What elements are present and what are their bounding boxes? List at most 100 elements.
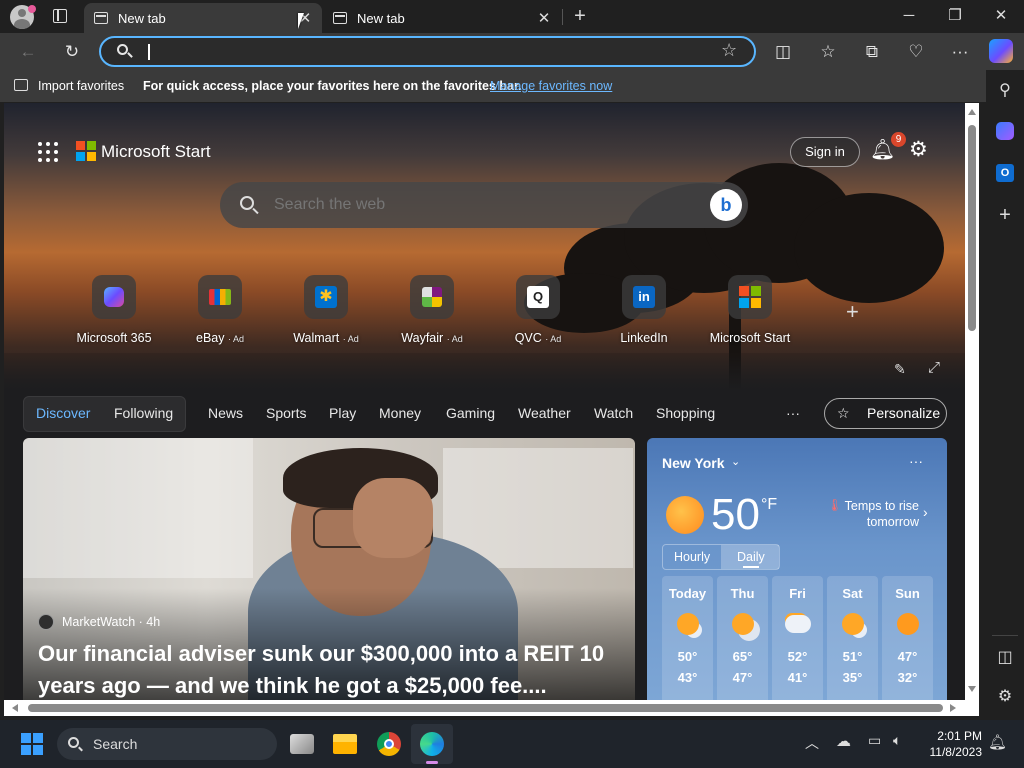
- show-hidden-icons-icon[interactable]: ︿: [805, 733, 819, 753]
- quick-link-wayfair[interactable]: Wayfair · Ad: [377, 275, 487, 345]
- copilot-sidebar-icon[interactable]: [996, 122, 1014, 140]
- vertical-scroll-thumb[interactable]: [968, 125, 976, 331]
- apps-launcher-icon[interactable]: [38, 142, 58, 162]
- chrome-icon[interactable]: [377, 732, 401, 756]
- tab-money[interactable]: Money: [379, 405, 421, 421]
- forecast-day[interactable]: Sun 47° 32°: [882, 576, 933, 700]
- weather-note[interactable]: Temps to rise tomorrow: [839, 498, 919, 530]
- day-name: Thu: [730, 586, 755, 601]
- day-name: Today: [668, 586, 707, 601]
- tab-play[interactable]: Play: [329, 405, 356, 421]
- day-high: 47°: [897, 649, 918, 664]
- tab-actions-icon[interactable]: [53, 9, 67, 23]
- weather-card[interactable]: New York ⌄ ··· 50 °F 🌡︎ Temps to rise to…: [647, 438, 947, 700]
- back-icon[interactable]: ←: [15, 39, 41, 65]
- more-menu-icon[interactable]: ···: [947, 39, 973, 65]
- scroll-left-icon[interactable]: [12, 704, 18, 712]
- split-screen-icon[interactable]: ◫: [770, 39, 796, 65]
- chevron-down-icon[interactable]: ⌄: [731, 455, 740, 468]
- add-quick-link-icon[interactable]: +: [846, 299, 859, 325]
- close-window-icon[interactable]: ✕: [981, 4, 1021, 28]
- quick-link-label: Walmart: [293, 331, 340, 345]
- close-tab-icon[interactable]: ✕: [535, 9, 553, 27]
- daily-tab[interactable]: Daily: [737, 550, 765, 564]
- tab-2[interactable]: New tab ✕: [323, 3, 561, 33]
- horizontal-scroll-thumb[interactable]: [28, 704, 943, 712]
- quick-link-label: Wayfair: [401, 331, 444, 345]
- file-explorer-icon[interactable]: [333, 734, 357, 754]
- quick-link-ebay[interactable]: eBay · Ad: [165, 275, 275, 345]
- quick-link-microsoft-start[interactable]: Microsoft Start: [695, 275, 805, 345]
- linkedin-icon: in: [622, 275, 666, 319]
- news-headline[interactable]: Our financial adviser sunk our $300,000 …: [38, 638, 623, 700]
- web-search-box[interactable]: b: [220, 182, 748, 228]
- more-tabs-button[interactable]: ···: [786, 405, 800, 421]
- taskbar-clock[interactable]: 2:01 PM 11/8/2023: [918, 728, 983, 760]
- quick-link-qvc[interactable]: Q QVC · Ad: [483, 275, 593, 345]
- hourly-tab[interactable]: Hourly: [674, 550, 710, 564]
- customize-background-icon[interactable]: ✎: [894, 361, 906, 378]
- tab-sports[interactable]: Sports: [266, 405, 306, 421]
- new-tab-icon[interactable]: +: [570, 4, 590, 28]
- tab-shopping[interactable]: Shopping: [656, 405, 715, 421]
- tab-news[interactable]: News: [208, 405, 243, 421]
- page-settings-icon[interactable]: ⚙: [909, 137, 928, 162]
- quick-link-linkedin[interactable]: in LinkedIn: [589, 275, 699, 345]
- sign-in-button[interactable]: Sign in: [790, 137, 860, 167]
- tab-1[interactable]: New tab ✕: [84, 3, 322, 33]
- edge-icon[interactable]: [420, 732, 444, 756]
- expand-background-icon[interactable]: ⤢: [928, 359, 940, 376]
- collections-icon[interactable]: ⧉: [859, 39, 885, 65]
- brand-title[interactable]: Microsoft Start: [101, 142, 211, 162]
- tab-title: New tab: [357, 10, 405, 26]
- search-icon-handle: [252, 207, 259, 215]
- tab-following[interactable]: Following: [114, 405, 173, 421]
- tab-watch[interactable]: Watch: [594, 405, 633, 421]
- start-button-icon[interactable]: [21, 733, 43, 755]
- forecast-day[interactable]: Fri 52° 41°: [772, 576, 823, 700]
- scroll-right-icon[interactable]: [950, 704, 956, 712]
- onedrive-icon[interactable]: ☁: [836, 732, 851, 750]
- search-icon[interactable]: ⚲: [992, 78, 1018, 104]
- horizontal-scrollbar[interactable]: [4, 700, 979, 716]
- minimize-icon[interactable]: ─: [889, 4, 929, 28]
- restore-icon[interactable]: ❐: [935, 4, 975, 28]
- personalize-button[interactable]: ☆ Personalize: [824, 398, 947, 429]
- news-card[interactable]: MarketWatch · 4h Our financial adviser s…: [23, 438, 635, 700]
- address-bar[interactable]: ☆: [99, 36, 756, 67]
- day-high: 50°: [677, 649, 698, 664]
- hide-sidebar-icon[interactable]: ◫: [992, 645, 1018, 671]
- bing-chat-icon[interactable]: b: [710, 189, 742, 221]
- scroll-down-icon[interactable]: [968, 686, 976, 692]
- chevron-right-icon[interactable]: ›: [923, 504, 928, 520]
- web-search-input[interactable]: [274, 195, 674, 215]
- volume-muted-icon[interactable]: 🔈︎: [893, 732, 901, 749]
- task-view-icon[interactable]: [290, 734, 314, 754]
- tab-gaming[interactable]: Gaming: [446, 405, 495, 421]
- tab-discover[interactable]: Discover: [36, 405, 90, 421]
- vertical-scrollbar[interactable]: [965, 103, 979, 700]
- forecast-day[interactable]: Thu 65° 47°: [717, 576, 768, 700]
- favorites-icon[interactable]: ☆: [815, 39, 841, 65]
- manage-favorites-link[interactable]: Manage favorites now: [490, 79, 612, 93]
- forecast-day[interactable]: Today 50° 43°: [662, 576, 713, 700]
- refresh-icon[interactable]: ↻: [59, 39, 85, 65]
- add-sidebar-item-icon[interactable]: +: [992, 202, 1018, 228]
- sidebar-settings-icon[interactable]: ⚙: [992, 684, 1018, 710]
- quick-link-walmart[interactable]: ✱ Walmart · Ad: [271, 275, 381, 345]
- address-input[interactable]: [147, 42, 707, 62]
- notification-center-icon[interactable]: 🔔︎: [988, 733, 1007, 751]
- import-favorites-button[interactable]: Import favorites: [38, 79, 124, 93]
- outlook-icon[interactable]: O: [996, 164, 1014, 182]
- forecast-day[interactable]: Sat 51° 35°: [827, 576, 878, 700]
- browser-essentials-icon[interactable]: ♡: [903, 39, 929, 65]
- weather-more-icon[interactable]: ···: [909, 453, 923, 469]
- quick-link-microsoft-365[interactable]: Microsoft 365: [59, 275, 169, 345]
- scroll-up-icon[interactable]: [968, 109, 976, 115]
- weather-location[interactable]: New York: [662, 455, 725, 471]
- copilot-icon[interactable]: [989, 39, 1013, 63]
- network-icon[interactable]: ▭: [868, 732, 881, 749]
- favorite-star-icon[interactable]: ☆: [721, 40, 737, 61]
- taskbar-search[interactable]: Search: [57, 728, 277, 760]
- tab-weather[interactable]: Weather: [518, 405, 571, 421]
